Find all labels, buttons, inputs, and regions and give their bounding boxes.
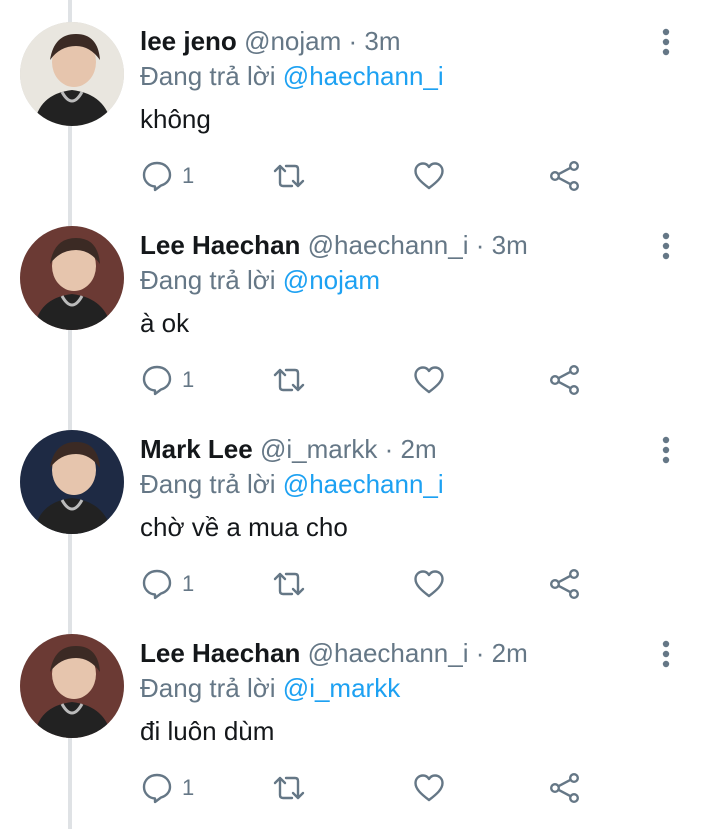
reply-count: 1 <box>182 571 195 596</box>
reply-count: 1 <box>182 775 195 800</box>
handle[interactable]: @i_markk <box>260 434 377 464</box>
retweet-button[interactable] <box>272 566 306 602</box>
more-vertical-icon <box>662 436 670 464</box>
share-button[interactable] <box>548 362 582 398</box>
handle[interactable]: @haechann_i <box>308 638 469 668</box>
reply-button[interactable]: 1 <box>140 770 194 806</box>
reply-button[interactable]: 1 <box>140 362 194 398</box>
share-button[interactable] <box>548 158 582 194</box>
avatar-image <box>20 430 124 534</box>
more-button[interactable] <box>652 638 680 670</box>
reply-count: 1 <box>182 367 195 392</box>
tweet-actions: 1 <box>140 158 700 194</box>
tweet-actions: 1 <box>140 770 700 806</box>
like-icon <box>414 162 444 190</box>
tweet-text: không <box>140 104 211 134</box>
separator-dot: · <box>475 638 485 668</box>
reply-icon <box>142 161 172 192</box>
separator-dot: · <box>475 230 485 260</box>
reply-button[interactable]: 1 <box>140 566 194 602</box>
display-name[interactable]: Lee Haechan <box>140 638 300 668</box>
avatar-image <box>20 634 124 738</box>
avatar[interactable] <box>20 634 124 738</box>
tweet-header: Lee Haechan @haechann_i · 3m <box>140 230 528 260</box>
more-button[interactable] <box>652 230 680 262</box>
retweet-button[interactable] <box>272 362 306 398</box>
tweet-header: Mark Lee @i_markk · 2m <box>140 434 437 464</box>
like-button[interactable] <box>412 158 446 194</box>
retweet-icon <box>273 572 305 596</box>
mention-link[interactable]: @i_markk <box>283 673 400 703</box>
timestamp[interactable]: 3m <box>492 230 528 260</box>
more-vertical-icon <box>662 640 670 668</box>
tweet-actions: 1 <box>140 566 700 602</box>
tweet-header: Lee Haechan @haechann_i · 2m <box>140 638 528 668</box>
tweet-text: đi luôn dùm <box>140 716 275 746</box>
tweet[interactable]: lee jeno @nojam · 3m Đang trả lời @haech… <box>0 0 720 204</box>
replying-to-label: Đang trả lời <box>140 469 276 499</box>
timestamp[interactable]: 2m <box>492 638 528 668</box>
like-icon <box>414 774 444 802</box>
replying-to: Đang trả lời @i_markk <box>140 673 400 703</box>
avatar[interactable] <box>20 22 124 126</box>
tweet[interactable]: Lee Haechan @haechann_i · 2m Đang trả lờ… <box>0 612 720 816</box>
display-name[interactable]: Mark Lee <box>140 434 253 464</box>
share-icon <box>550 773 580 804</box>
display-name[interactable]: Lee Haechan <box>140 230 300 260</box>
share-icon <box>550 365 580 396</box>
like-icon <box>414 570 444 598</box>
reply-button[interactable]: 1 <box>140 158 194 194</box>
more-vertical-icon <box>662 28 670 56</box>
like-button[interactable] <box>412 566 446 602</box>
mention-link[interactable]: @haechann_i <box>283 469 444 499</box>
more-button[interactable] <box>652 26 680 58</box>
retweet-button[interactable] <box>272 770 306 806</box>
share-icon <box>550 161 580 192</box>
retweet-icon <box>273 164 305 188</box>
replying-to-label: Đang trả lời <box>140 673 276 703</box>
replying-to-label: Đang trả lời <box>140 61 276 91</box>
more-button[interactable] <box>652 434 680 466</box>
retweet-icon <box>273 776 305 800</box>
replying-to-label: Đang trả lời <box>140 265 276 295</box>
tweet-header: lee jeno @nojam · 3m <box>140 26 401 56</box>
replying-to: Đang trả lời @haechann_i <box>140 61 444 91</box>
handle[interactable]: @nojam <box>244 26 341 56</box>
retweet-icon <box>273 368 305 392</box>
timestamp[interactable]: 2m <box>401 434 437 464</box>
tweet-text: à ok <box>140 308 190 338</box>
reply-icon <box>142 569 172 600</box>
handle[interactable]: @haechann_i <box>308 230 469 260</box>
timestamp[interactable]: 3m <box>364 26 400 56</box>
separator-dot: · <box>384 434 394 464</box>
separator-dot: · <box>348 26 358 56</box>
reply-count: 1 <box>182 163 195 188</box>
avatar[interactable] <box>20 430 124 534</box>
share-button[interactable] <box>548 770 582 806</box>
tweet-text: chờ về a mua cho <box>140 512 348 542</box>
tweet[interactable]: Mark Lee @i_markk · 2m Đang trả lời @hae… <box>0 408 720 612</box>
tweet[interactable]: Lee Haechan @haechann_i · 3m Đang trả lờ… <box>0 204 720 408</box>
avatar-image <box>20 22 124 126</box>
mention-link[interactable]: @nojam <box>283 265 380 295</box>
avatar-image <box>20 226 124 330</box>
like-button[interactable] <box>412 770 446 806</box>
like-icon <box>414 366 444 394</box>
display-name[interactable]: lee jeno <box>140 26 237 56</box>
reply-icon <box>142 365 172 396</box>
share-icon <box>550 569 580 600</box>
like-button[interactable] <box>412 362 446 398</box>
retweet-button[interactable] <box>272 158 306 194</box>
reply-icon <box>142 773 172 804</box>
share-button[interactable] <box>548 566 582 602</box>
mention-link[interactable]: @haechann_i <box>283 61 444 91</box>
replying-to: Đang trả lời @nojam <box>140 265 380 295</box>
avatar[interactable] <box>20 226 124 330</box>
replying-to: Đang trả lời @haechann_i <box>140 469 444 499</box>
more-vertical-icon <box>662 232 670 260</box>
tweet-actions: 1 <box>140 362 700 398</box>
